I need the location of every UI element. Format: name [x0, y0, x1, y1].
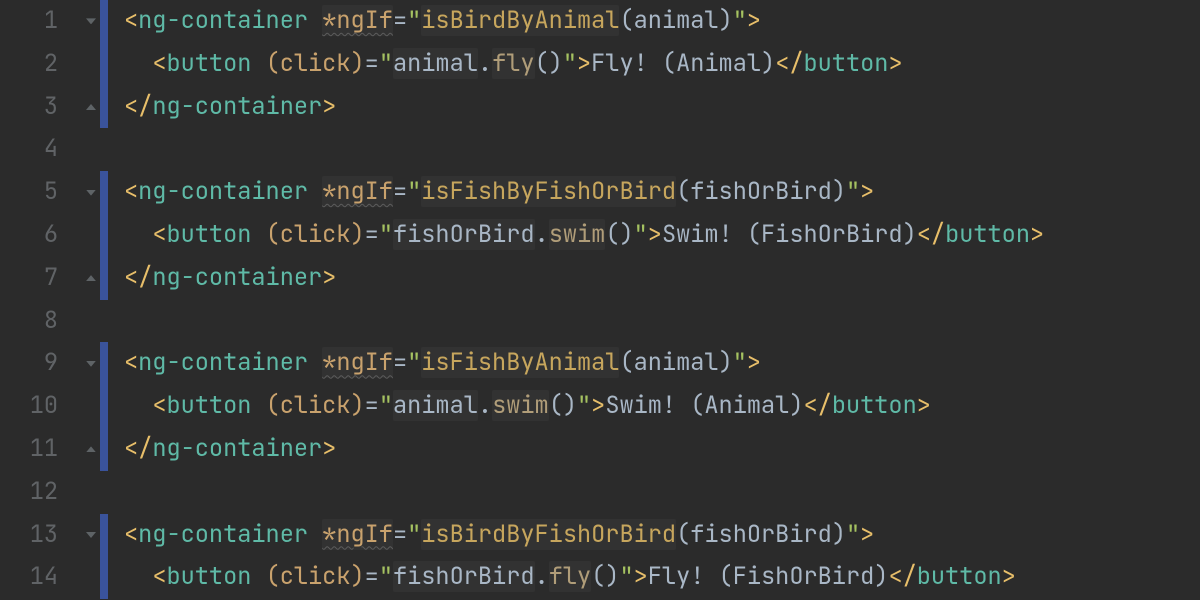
line-number: 13 [0, 514, 58, 557]
code-area[interactable]: <ng-container *ngIf="isBirdByAnimal(anim… [124, 0, 1200, 600]
code-line[interactable]: <button (click)="animal.swim()">Swim! (A… [124, 385, 1200, 428]
expression-method: swim [492, 390, 549, 421]
line-number: 1 [0, 0, 58, 43]
code-line[interactable] [124, 300, 1200, 343]
expression-arg: animal [634, 5, 719, 36]
tag-name: button [945, 219, 1030, 250]
event-binding: (click) [266, 48, 365, 79]
expression-obj: animal [393, 48, 478, 79]
fold-open-icon[interactable] [85, 358, 97, 370]
line-number: 11 [0, 428, 58, 471]
event-binding: (click) [266, 219, 365, 250]
tag-name: ng-container [152, 262, 322, 293]
code-line[interactable]: <button (click)="animal.fly()">Fly! (Ani… [124, 43, 1200, 86]
event-binding: (click) [266, 390, 365, 421]
expression-func: isFishByAnimal [421, 347, 619, 378]
tag-name: ng-container [138, 5, 308, 36]
expression-func: isBirdByAnimal [421, 5, 619, 36]
directive: *ngIf [322, 5, 393, 36]
code-line[interactable]: </ng-container> [124, 86, 1200, 129]
line-number: 3 [0, 86, 58, 129]
code-line[interactable]: <ng-container *ngIf="isBirdByAnimal(anim… [124, 0, 1200, 43]
expression-obj: animal [393, 390, 478, 421]
tag-name: button [166, 390, 251, 421]
tag-name: ng-container [138, 347, 308, 378]
code-line[interactable] [124, 128, 1200, 171]
line-number: 10 [0, 385, 58, 428]
code-line[interactable]: <ng-container *ngIf="isFishByFishOrBird(… [124, 171, 1200, 214]
expression-method: swim [549, 219, 606, 250]
tag-name: ng-container [152, 433, 322, 464]
fold-close-icon[interactable] [85, 443, 97, 455]
line-number: 9 [0, 342, 58, 385]
code-editor[interactable]: 1234567891011121314 <ng-container *ngIf=… [0, 0, 1200, 600]
expression-arg: fishOrBird [690, 519, 832, 550]
tag-name: button [832, 390, 917, 421]
line-number-gutter: 1234567891011121314 [0, 0, 86, 600]
code-line[interactable]: <button (click)="fishOrBird.fly()">Fly! … [124, 556, 1200, 599]
tag-name: button [166, 219, 251, 250]
tag-name: button [917, 561, 1002, 592]
code-line[interactable]: <ng-container *ngIf="isFishByAnimal(anim… [124, 342, 1200, 385]
tag-name: button [166, 48, 251, 79]
line-number: 14 [0, 556, 58, 599]
line-number: 2 [0, 43, 58, 86]
fold-close-icon[interactable] [85, 272, 97, 284]
code-line[interactable]: <button (click)="fishOrBird.swim()">Swim… [124, 214, 1200, 257]
expression-method: fly [492, 48, 534, 79]
line-number: 6 [0, 214, 58, 257]
line-number: 5 [0, 171, 58, 214]
expression-func: isBirdByFishOrBird [421, 519, 676, 550]
fold-open-icon[interactable] [85, 15, 97, 27]
fold-open-icon[interactable] [85, 187, 97, 199]
tag-name: ng-container [138, 176, 308, 207]
code-line[interactable]: <ng-container *ngIf="isBirdByFishOrBird(… [124, 514, 1200, 557]
tag-name: ng-container [138, 519, 308, 550]
expression-method: fly [549, 561, 591, 592]
tag-name: button [804, 48, 889, 79]
text-content: Fly! (Animal) [591, 48, 775, 79]
directive: *ngIf [322, 347, 393, 378]
tag-name: button [166, 561, 251, 592]
fold-open-icon[interactable] [85, 529, 97, 541]
text-content: Fly! (FishOrBird) [648, 561, 889, 592]
text-content: Swim! (Animal) [605, 390, 803, 421]
line-number: 8 [0, 300, 58, 343]
expression-arg: fishOrBird [690, 176, 832, 207]
tag-name: ng-container [152, 91, 322, 122]
code-line[interactable] [124, 471, 1200, 514]
text-content: Swim! (FishOrBird) [662, 219, 917, 250]
directive: *ngIf [322, 519, 393, 550]
line-number: 12 [0, 471, 58, 514]
fold-close-icon[interactable] [85, 101, 97, 113]
line-number: 7 [0, 257, 58, 300]
line-number: 4 [0, 128, 58, 171]
expression-obj: fishOrBird [393, 561, 535, 592]
code-line[interactable]: </ng-container> [124, 257, 1200, 300]
expression-obj: fishOrBird [393, 219, 535, 250]
fold-column [86, 0, 124, 600]
directive: *ngIf [322, 176, 393, 207]
code-line[interactable]: </ng-container> [124, 428, 1200, 471]
expression-arg: animal [634, 347, 719, 378]
event-binding: (click) [266, 561, 365, 592]
expression-func: isFishByFishOrBird [421, 176, 676, 207]
